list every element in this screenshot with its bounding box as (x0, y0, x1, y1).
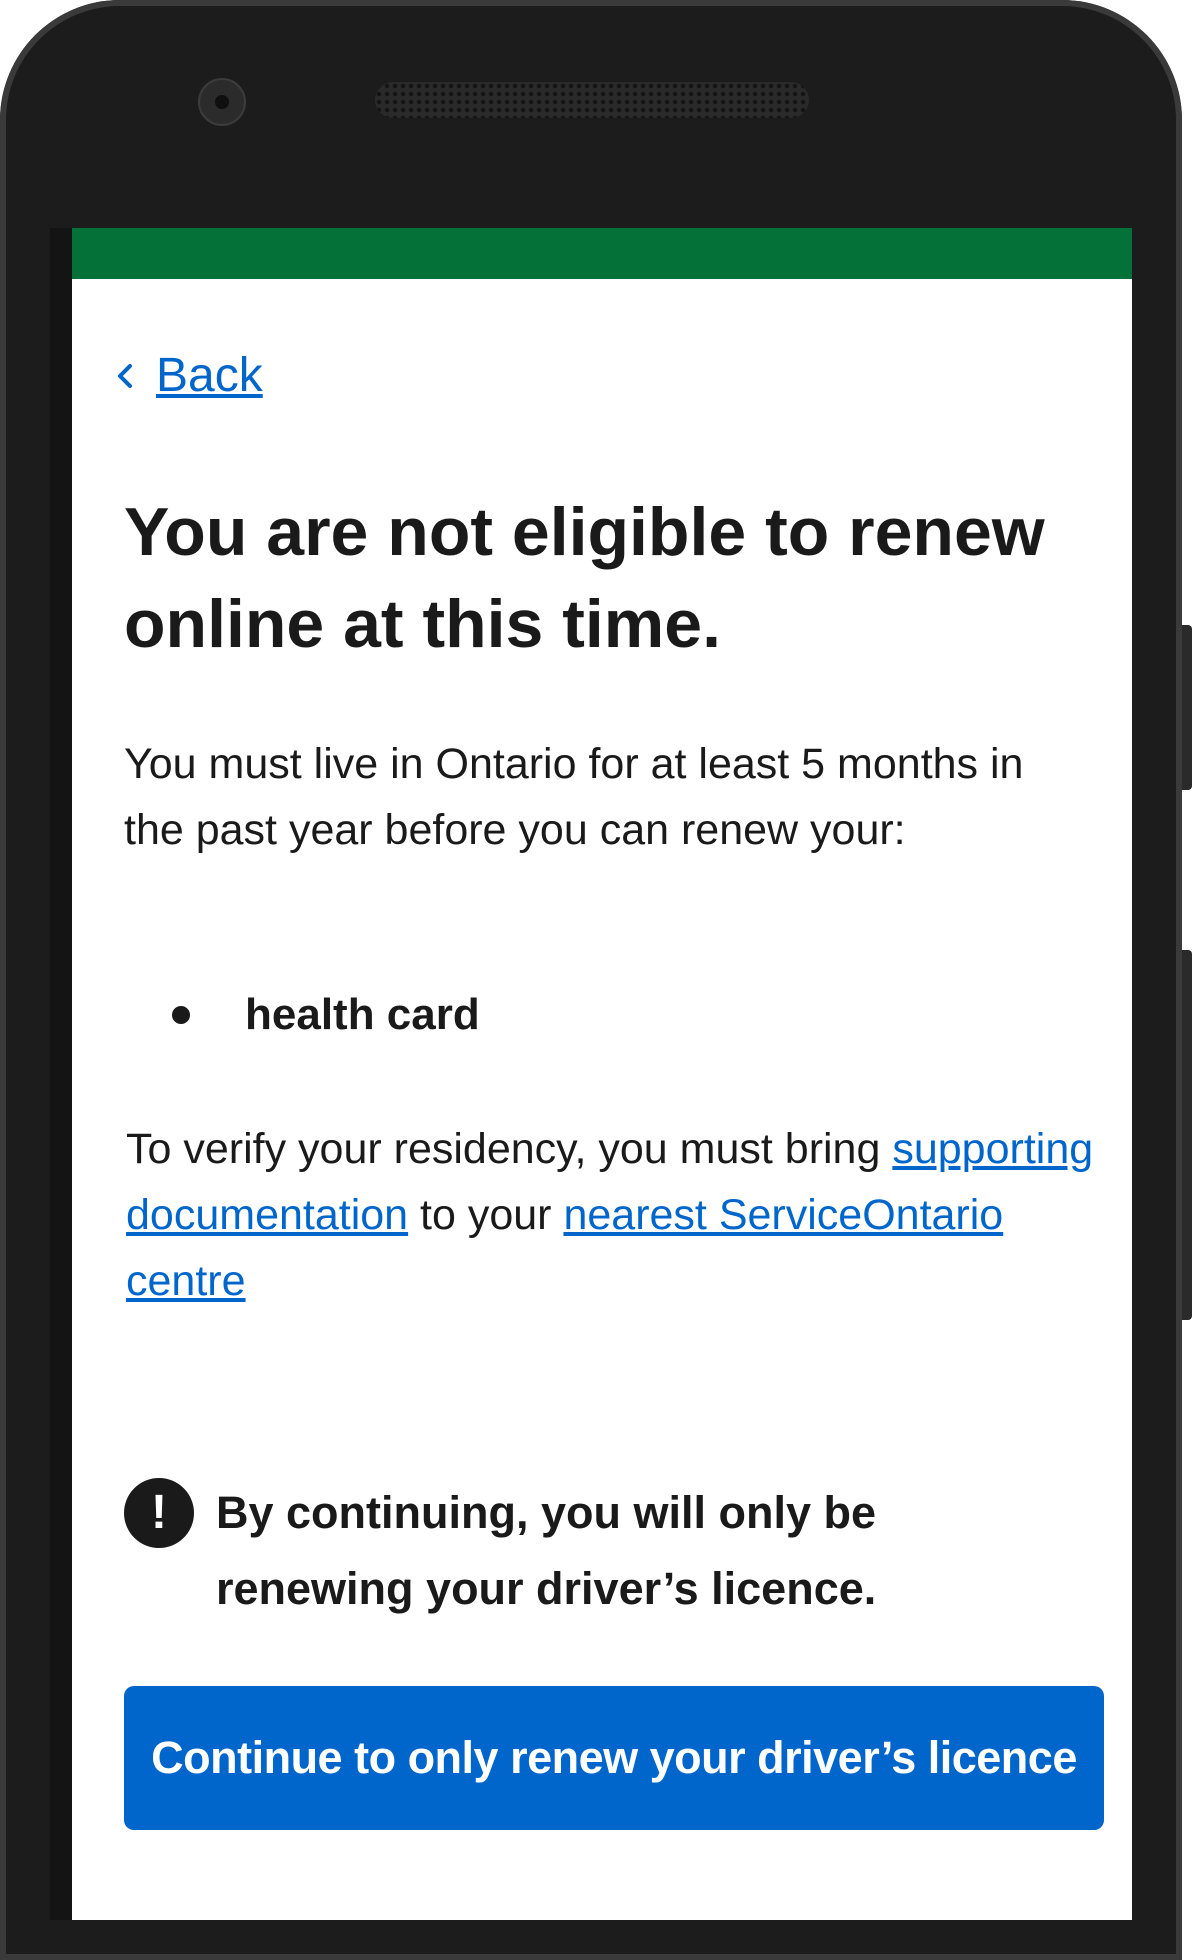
back-link[interactable]: Back (112, 348, 263, 403)
residency-instructions: To verify your residency, you must bring… (126, 1116, 1106, 1314)
verify-text-connector: to your (408, 1191, 564, 1239)
continue-button[interactable]: Continue to only renew your driver’s lic… (124, 1686, 1104, 1830)
document-list: health card (172, 990, 480, 1040)
back-link-label[interactable]: Back (156, 348, 263, 403)
power-button (1182, 950, 1192, 1320)
front-camera (198, 78, 246, 126)
warning-text: By continuing, you will only be renewing… (216, 1487, 877, 1614)
page-title: You are not eligible to renew online at … (124, 486, 1104, 670)
title-text: You are (124, 494, 388, 570)
exclamation-circle-icon: ! (124, 1478, 194, 1548)
eligibility-intro: You must live in Ontario for at least 5 … (124, 740, 1024, 854)
list-item: health card (172, 990, 480, 1040)
title-emphasis: not (387, 494, 493, 570)
brand-header-bar (72, 228, 1132, 279)
earpiece-speaker (375, 82, 809, 118)
chevron-left-icon (118, 363, 132, 388)
list-item-label: health card (245, 990, 480, 1039)
app-screen: Back You are not eligible to renew onlin… (72, 228, 1132, 1920)
volume-button (1182, 625, 1192, 790)
screen-bezel (50, 228, 72, 1920)
verify-text: To verify your residency, you must bring (126, 1125, 893, 1173)
warning-callout: ! By continuing, you will only be renewi… (124, 1475, 1084, 1627)
bullet-icon (172, 1006, 190, 1024)
